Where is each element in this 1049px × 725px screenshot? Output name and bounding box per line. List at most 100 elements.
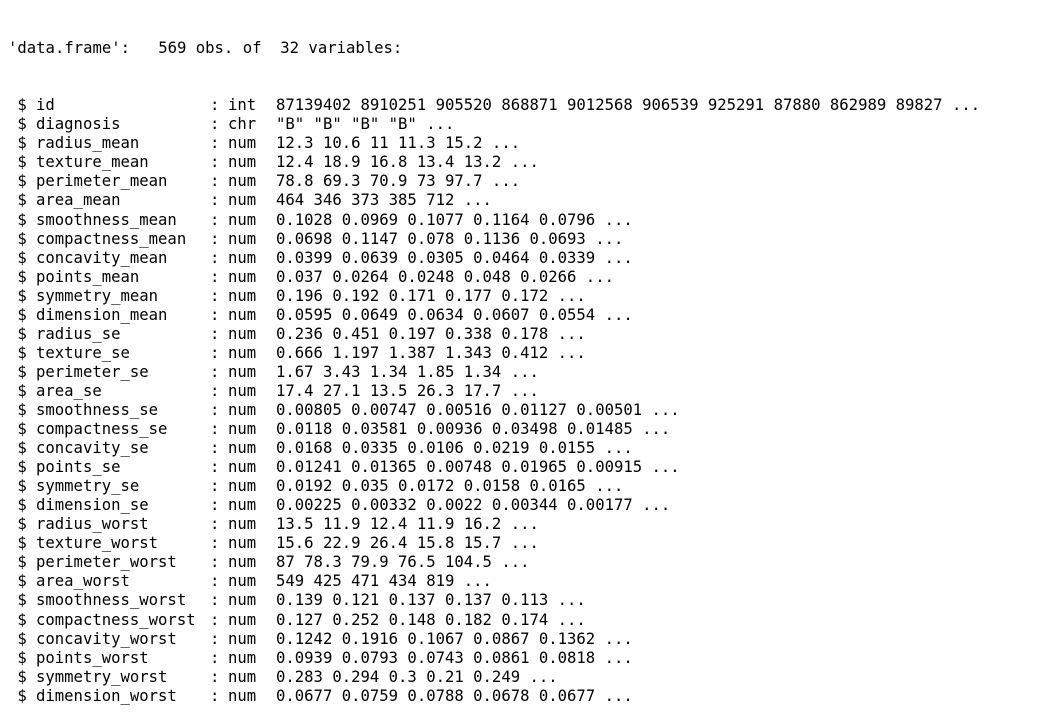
dollar-marker: $ [8,610,27,629]
variable-name: radius_mean [36,134,140,153]
variable-row: $ dimension_worst: num 0.0677 0.0759 0.0788… [8,687,1044,706]
variable-row: $ compactness_worst: num 0.127 0.252 0.148 … [8,611,1044,630]
dollar-marker: $ [8,210,27,229]
variable-type: num [228,686,257,705]
variable-name: points_se [36,458,121,477]
dollar-marker: $ [8,515,27,534]
separator-colon: : [210,610,220,629]
variable-values: 0.00805 0.00747 0.00516 0.01127 0.00501 … [276,400,680,419]
variable-row: $ perimeter_worst: num 87 78.3 79.9 76.5 10… [8,553,1044,572]
variable-name: smoothness_se [36,400,159,419]
variable-row: $ compactness_se: num 0.0118 0.03581 0.0093… [8,420,1044,439]
variable-type: num [228,343,257,362]
dollar-marker: $ [8,362,27,381]
variable-values: "B" "B" "B" "B" ... [276,115,455,134]
separator-colon: : [210,115,220,134]
variable-name: concavity_worst [36,629,177,648]
variable-row: $ radius_mean: num 12.3 10.6 11 11.3 15.2 .… [8,134,1044,153]
variable-row: $ dimension_mean: num 0.0595 0.0649 0.0634 … [8,306,1044,325]
separator-colon: : [210,496,220,515]
dollar-marker: $ [8,648,27,667]
variable-values: 12.4 18.9 16.8 13.4 13.2 ... [276,153,539,172]
console-output: 'data.frame': 569 obs. of 32 variables: … [8,1,1044,725]
separator-colon: : [210,343,220,362]
variable-type: num [228,534,257,553]
variable-type: num [228,439,257,458]
variable-row: $ symmetry_se: num 0.0192 0.035 0.0172 0.01… [8,477,1044,496]
variable-values: 549 425 471 434 819 ... [276,572,492,591]
dollar-marker: $ [8,134,27,153]
separator-colon: : [210,686,220,705]
variable-name: smoothness_mean [36,210,177,229]
variable-values: 0.236 0.451 0.197 0.338 0.178 ... [276,324,586,343]
variable-values: 17.4 27.1 13.5 26.3 17.7 ... [276,381,539,400]
variable-values: 0.127 0.252 0.148 0.182 0.174 ... [276,610,586,629]
dollar-marker: $ [8,667,27,686]
variable-type: int [228,96,257,115]
variable-name: area_mean [36,191,121,210]
separator-colon: : [210,267,220,286]
dollar-marker: $ [8,324,27,343]
variable-type: num [228,153,257,172]
variable-values: 0.139 0.121 0.137 0.137 0.113 ... [276,591,586,610]
variable-type: num [228,458,257,477]
separator-colon: : [210,534,220,553]
variable-type: num [228,553,257,572]
dollar-marker: $ [8,591,27,610]
variable-values: 0.0698 0.1147 0.078 0.1136 0.0693 ... [276,229,624,248]
variable-values: 0.00225 0.00332 0.0022 0.00344 0.00177 .… [276,496,671,515]
variable-list: $ id: int 87139402 8910251 905520 868871 90… [8,96,1044,706]
variable-type: num [228,610,257,629]
variable-name: perimeter_se [36,362,149,381]
variable-row: $ perimeter_se: num 1.67 3.43 1.34 1.85 1.3… [8,363,1044,382]
variable-name: symmetry_se [36,477,140,496]
variable-values: 13.5 11.9 12.4 11.9 16.2 ... [276,515,539,534]
variable-name: dimension_mean [36,305,168,324]
variable-row: $ points_worst: num 0.0939 0.0793 0.0743 0.… [8,649,1044,668]
dollar-marker: $ [8,191,27,210]
variable-name: concavity_se [36,439,149,458]
variable-row: $ smoothness_mean: num 0.1028 0.0969 0.1077… [8,211,1044,230]
separator-colon: : [210,458,220,477]
separator-colon: : [210,420,220,439]
variable-type: num [228,229,257,248]
dollar-marker: $ [8,115,27,134]
variable-type: num [228,324,257,343]
variable-row: $ smoothness_se: num 0.00805 0.00747 0.0051… [8,401,1044,420]
separator-colon: : [210,648,220,667]
variable-type: num [228,134,257,153]
variable-values: 0.0192 0.035 0.0172 0.0158 0.0165 ... [276,477,624,496]
variable-name: concavity_mean [36,248,168,267]
variable-values: 0.283 0.294 0.3 0.21 0.249 ... [276,667,558,686]
variable-type: num [228,515,257,534]
variable-name: compactness_se [36,420,168,439]
separator-colon: : [210,248,220,267]
variable-type: num [228,648,257,667]
variable-name: texture_mean [36,153,149,172]
variable-values: 0.01241 0.01365 0.00748 0.01965 0.00915 … [276,458,680,477]
variable-values: 0.0168 0.0335 0.0106 0.0219 0.0155 ... [276,439,633,458]
variable-type: num [228,667,257,686]
variable-row: $ dimension_se: num 0.00225 0.00332 0.0022 … [8,496,1044,515]
separator-colon: : [210,629,220,648]
dollar-marker: $ [8,477,27,496]
variable-values: 0.196 0.192 0.171 0.177 0.172 ... [276,286,586,305]
separator-colon: : [210,515,220,534]
variable-row: $ radius_worst: num 13.5 11.9 12.4 11.9 16.… [8,515,1044,534]
variable-values: 0.666 1.197 1.387 1.343 0.412 ... [276,343,586,362]
dollar-marker: $ [8,381,27,400]
variable-values: 0.0595 0.0649 0.0634 0.0607 0.0554 ... [276,305,633,324]
dollar-marker: $ [8,153,27,172]
variable-name: texture_worst [36,534,159,553]
variable-values: 0.1028 0.0969 0.1077 0.1164 0.0796 ... [276,210,633,229]
separator-colon: : [210,553,220,572]
variable-name: points_mean [36,267,140,286]
variable-name: perimeter_worst [36,553,177,572]
dollar-marker: $ [8,305,27,324]
dollar-marker: $ [8,553,27,572]
variable-name: symmetry_mean [36,286,159,305]
str-header: 'data.frame': 569 obs. of 32 variables: [8,39,403,58]
dollar-marker: $ [8,420,27,439]
variable-type: num [228,172,257,191]
variable-values: 12.3 10.6 11 11.3 15.2 ... [276,134,521,153]
